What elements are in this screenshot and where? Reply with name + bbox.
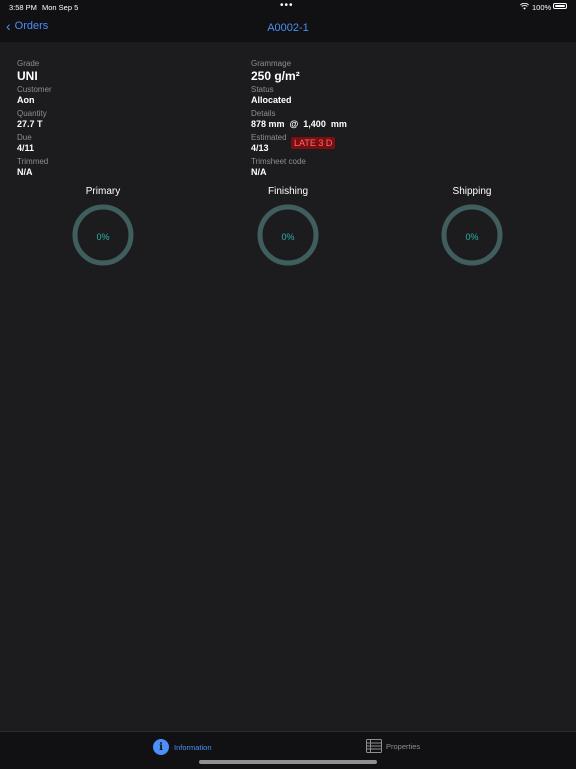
field-label: Grammage [251,59,292,68]
field-value: 250 g/m² [251,69,300,83]
status-bar: 3:58 PM Mon Sep 5 ••• 100% [0,0,576,14]
estimated-field: Estimated 4/13 [251,133,287,154]
field-value: 4/11 [17,143,35,153]
late-badge: LATE 3 D [291,137,336,149]
field-value: 4/13 [251,143,269,153]
battery-percent: 100% [532,3,552,12]
due-field: Due 4/11 [17,133,34,154]
field-label: Details [251,109,276,118]
tab-properties[interactable]: Properties [366,739,420,753]
field-value: N/A [17,167,33,177]
field-label: Grade [17,59,40,68]
battery-icon [553,3,567,9]
field-value: N/A [251,167,267,177]
field-value: Allocated [251,95,292,105]
wifi-icon [520,3,529,10]
gauge-percent: 0% [281,232,295,242]
field-value: Aon [17,95,35,105]
gauge-title: Shipping [452,186,492,197]
quantity-field: Quantity 27.7 T [17,109,47,130]
customer-field: Customer Aon [17,85,52,106]
field-label: Status [251,85,274,94]
field-label: Trimsheet code [251,157,306,166]
status-time: 3:58 PM [9,3,37,12]
trimsheet-code-field: Trimsheet code N/A [251,157,306,178]
field-label: Customer [17,85,52,94]
tab-label: Information [174,742,212,752]
field-label: Due [17,133,32,142]
grade-field: Grade UNI [17,59,39,83]
status-date: Mon Sep 5 [42,3,79,12]
info-icon: i [153,739,169,755]
gauge-percent: 0% [465,232,479,242]
grammage-field: Grammage 250 g/m² [251,59,300,83]
field-label: Trimmed [17,157,49,166]
field-label: Quantity [17,109,47,118]
gauge-title: Primary [85,186,121,197]
finishing-gauge: Finishing 0% [238,186,338,267]
gauge-percent: 0% [96,232,110,242]
shipping-gauge: Shipping 0% [422,186,522,267]
page-title: A0002-1 [267,22,309,34]
primary-gauge: Primary 0% [53,186,153,267]
field-value: 27.7 T [17,119,43,129]
field-label: Estimated [251,133,287,142]
details-field: Details 878 mm @ 1,400 mm [251,109,347,130]
tab-label: Properties [386,741,421,751]
list-icon [366,739,382,753]
field-value: UNI [17,69,38,83]
navigation-bar: ‹ Orders A0002-1 [0,14,576,42]
tab-information[interactable]: i Information [153,739,212,755]
status-field: Status Allocated [251,85,292,106]
trimmed-field: Trimmed N/A [17,157,48,178]
multitasking-dots-icon[interactable]: ••• [280,0,294,11]
gauge-title: Finishing [267,186,309,197]
home-indicator[interactable] [199,760,377,764]
field-value: 878 mm @ 1,400 mm [251,119,347,129]
